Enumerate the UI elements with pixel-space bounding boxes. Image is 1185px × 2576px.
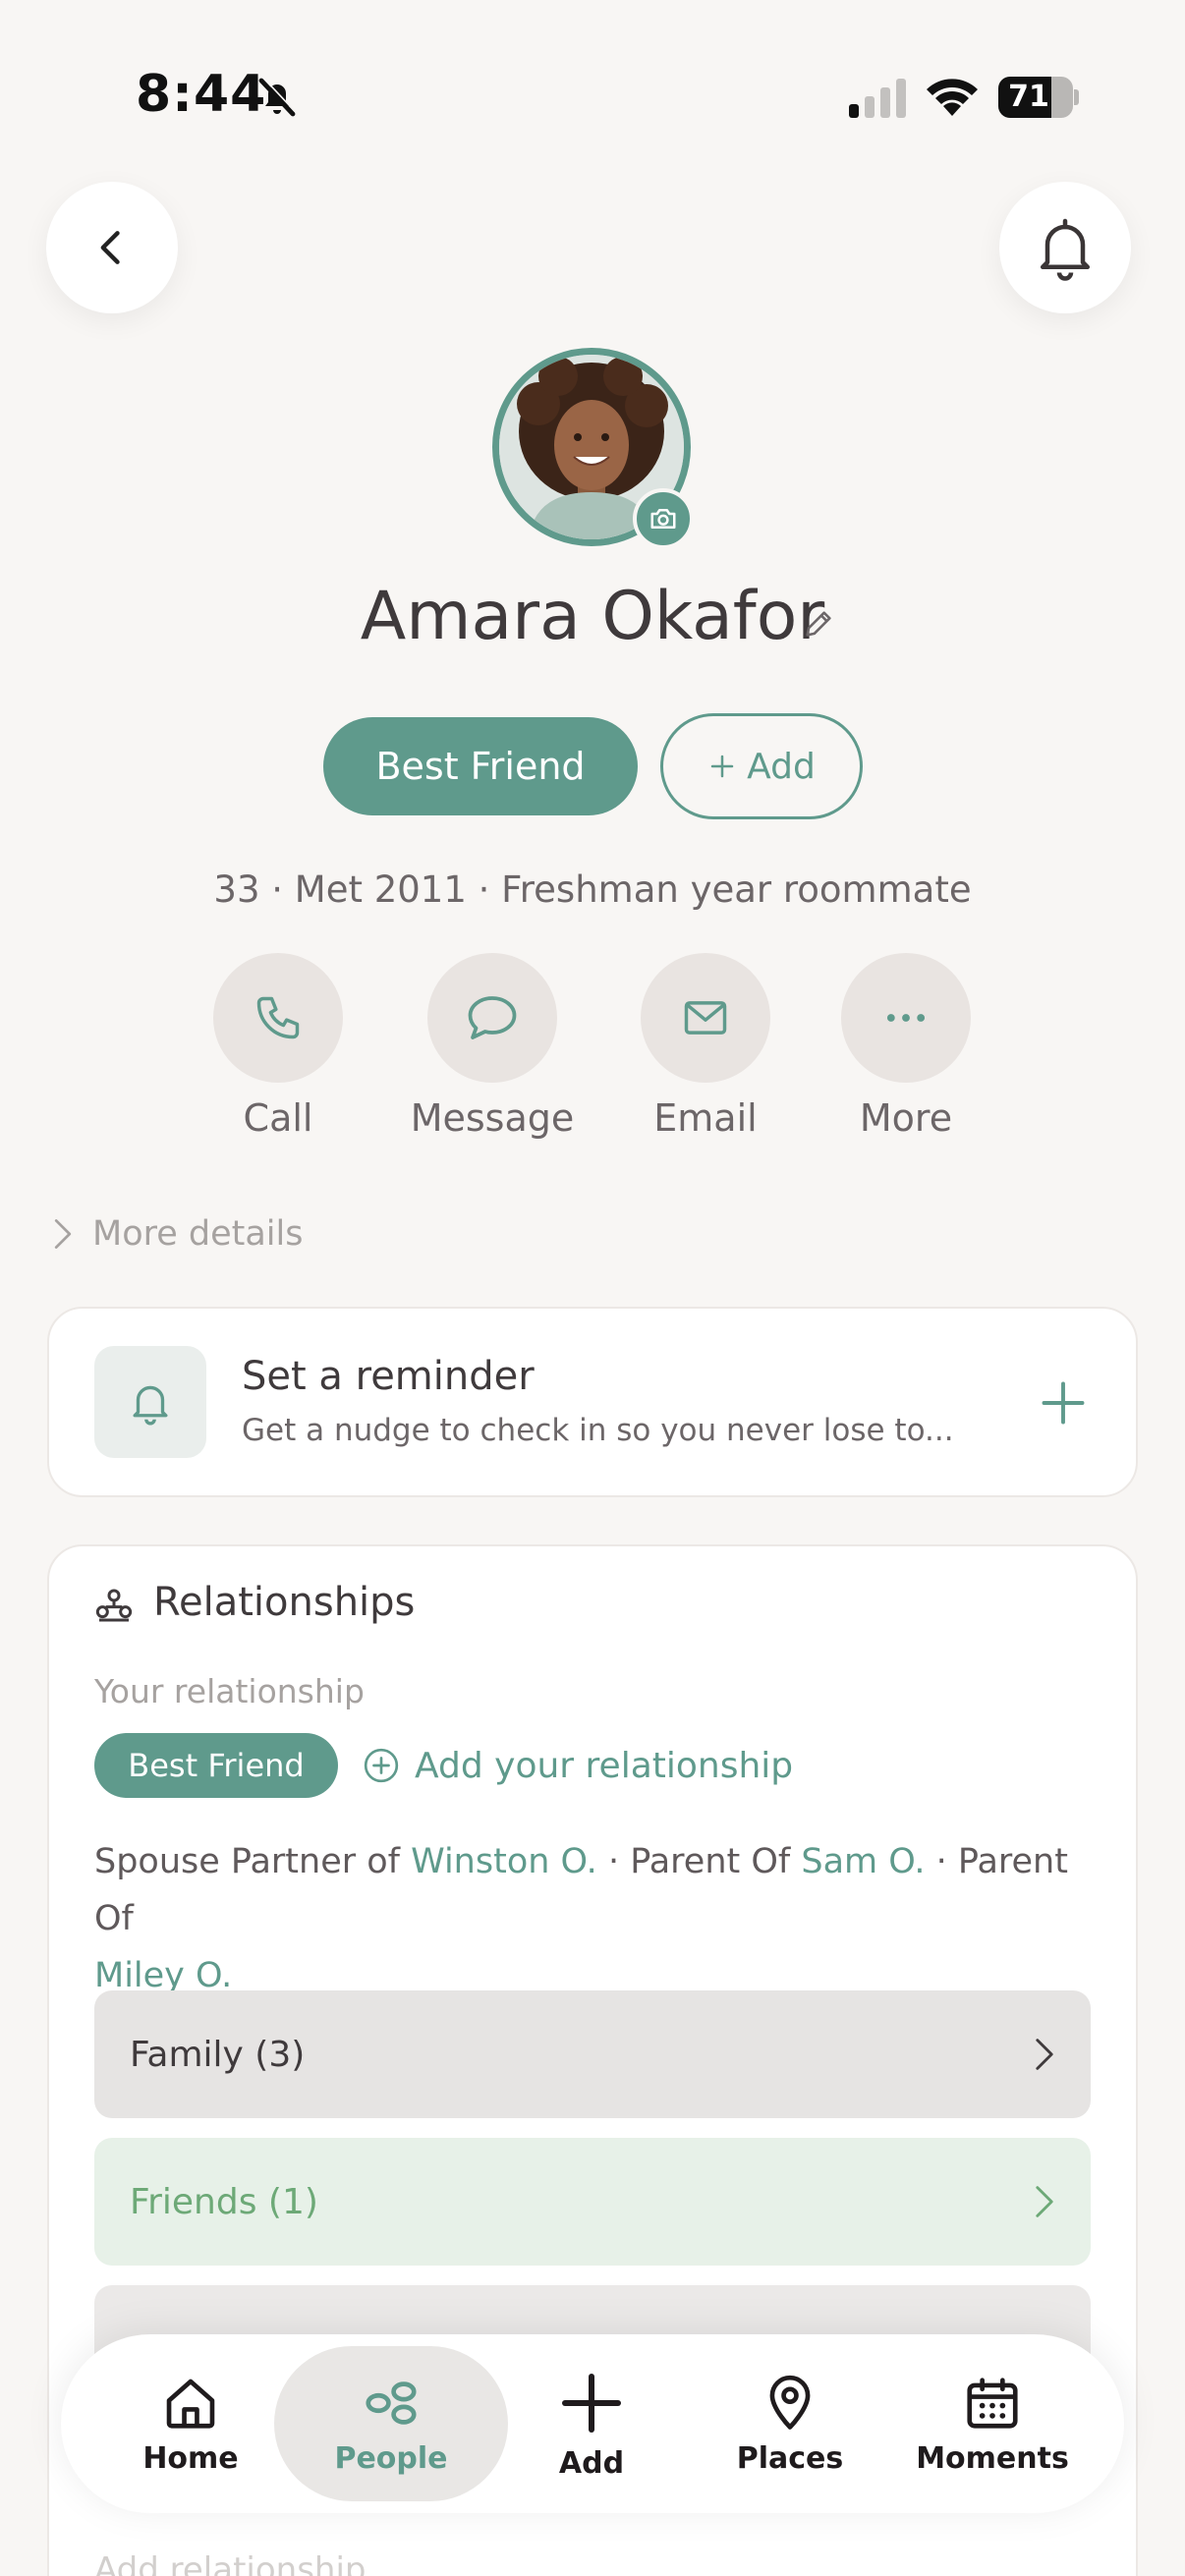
bell-slash-icon — [258, 78, 296, 117]
back-button[interactable] — [46, 182, 178, 313]
your-relationship-label: Your relationship — [94, 1672, 365, 1710]
plus-icon — [562, 2373, 621, 2433]
email-action[interactable]: Email — [607, 953, 804, 1140]
friends-group-label: Friends (1) — [130, 2181, 318, 2222]
chevron-right-icon — [54, 1219, 72, 1249]
rel-text: Spouse Partner of — [94, 1842, 400, 1881]
person-link-miley[interactable]: Miley O. — [94, 1956, 232, 1995]
relationship-links: Spouse Partner of Winston O. · Parent Of… — [94, 1833, 1116, 2004]
add-relationship-ghost: Add relationship — [94, 2550, 367, 2576]
add-relationship-label: Add your relationship — [415, 1745, 794, 1786]
chevron-right-icon — [1036, 2186, 1053, 2217]
plus-icon — [710, 755, 734, 778]
add-reminder-icon[interactable] — [1038, 1377, 1089, 1428]
bell-icon — [1040, 218, 1091, 281]
best-friend-tag[interactable]: Best Friend — [323, 717, 638, 815]
ellipsis-icon — [886, 1014, 926, 1022]
notifications-button[interactable] — [999, 182, 1131, 313]
chevron-left-icon — [100, 231, 120, 264]
add-tag-label: Add — [747, 746, 816, 787]
relationships-icon — [95, 1589, 133, 1622]
chevron-right-icon — [1036, 2039, 1053, 2070]
people-icon — [366, 2380, 417, 2425]
battery-percent: 71 — [1008, 80, 1049, 114]
nav-moments[interactable]: Moments — [894, 2346, 1091, 2501]
more-details-label: More details — [92, 1214, 304, 1254]
add-tag-button[interactable]: Add — [660, 713, 863, 819]
more-action[interactable]: More — [808, 953, 1004, 1140]
reminder-card[interactable] — [47, 1307, 1138, 1497]
relationship-chip[interactable]: Best Friend — [94, 1733, 338, 1798]
pencil-icon[interactable] — [802, 607, 835, 641]
phone-icon — [256, 996, 300, 1039]
home-icon — [166, 2379, 215, 2429]
relationships-title: Relationships — [153, 1580, 416, 1625]
envelope-icon — [684, 1001, 727, 1035]
more-details-toggle[interactable]: More details — [51, 1214, 304, 1254]
chat-bubble-icon — [468, 996, 517, 1039]
nav-places-label: Places — [736, 2440, 844, 2476]
nav-people[interactable]: People — [274, 2346, 508, 2501]
wifi-icon — [927, 79, 978, 116]
status-time: 8:44 — [136, 65, 267, 124]
plus-circle-icon — [364, 1748, 399, 1783]
nav-add[interactable]: Add — [493, 2346, 690, 2501]
nav-home-label: Home — [142, 2440, 239, 2476]
friends-group-row[interactable]: Friends (1) — [94, 2138, 1091, 2266]
add-relationship-button[interactable]: Add your relationship — [362, 1733, 793, 1798]
profile-meta: 33 · Met 2011 · Freshman year roommate — [213, 868, 972, 911]
person-link-winston[interactable]: Winston O. — [411, 1842, 597, 1881]
map-pin-icon — [769, 2375, 811, 2430]
cellular-signal-icon — [849, 79, 906, 118]
nav-home[interactable]: Home — [92, 2346, 289, 2501]
reminder-title: Set a reminder — [242, 1354, 535, 1399]
change-photo-button[interactable] — [633, 488, 694, 549]
nav-add-label: Add — [558, 2445, 625, 2481]
more-label: More — [859, 1096, 953, 1140]
calendar-icon — [967, 2377, 1018, 2429]
battery-indicator: 71 — [998, 77, 1079, 118]
call-action[interactable]: Call — [180, 953, 376, 1140]
rel-text: · Parent Of — [607, 1842, 791, 1881]
message-label: Message — [410, 1096, 575, 1140]
reminder-subtitle: Get a nudge to check in so you never los… — [242, 1413, 954, 1448]
person-name: Amara Okafor — [360, 578, 825, 655]
person-link-sam[interactable]: Sam O. — [801, 1842, 925, 1881]
nav-moments-label: Moments — [916, 2440, 1069, 2476]
camera-icon — [650, 509, 676, 529]
family-group-row[interactable]: Family (3) — [94, 1990, 1091, 2118]
bell-icon — [133, 1385, 168, 1426]
reminder-icon-box — [94, 1346, 206, 1458]
message-action[interactable]: Message — [394, 953, 591, 1140]
email-label: Email — [653, 1096, 758, 1140]
family-group-label: Family (3) — [130, 2034, 306, 2075]
call-label: Call — [243, 1096, 313, 1140]
nav-people-label: People — [334, 2440, 448, 2476]
nav-places[interactable]: Places — [692, 2346, 888, 2501]
